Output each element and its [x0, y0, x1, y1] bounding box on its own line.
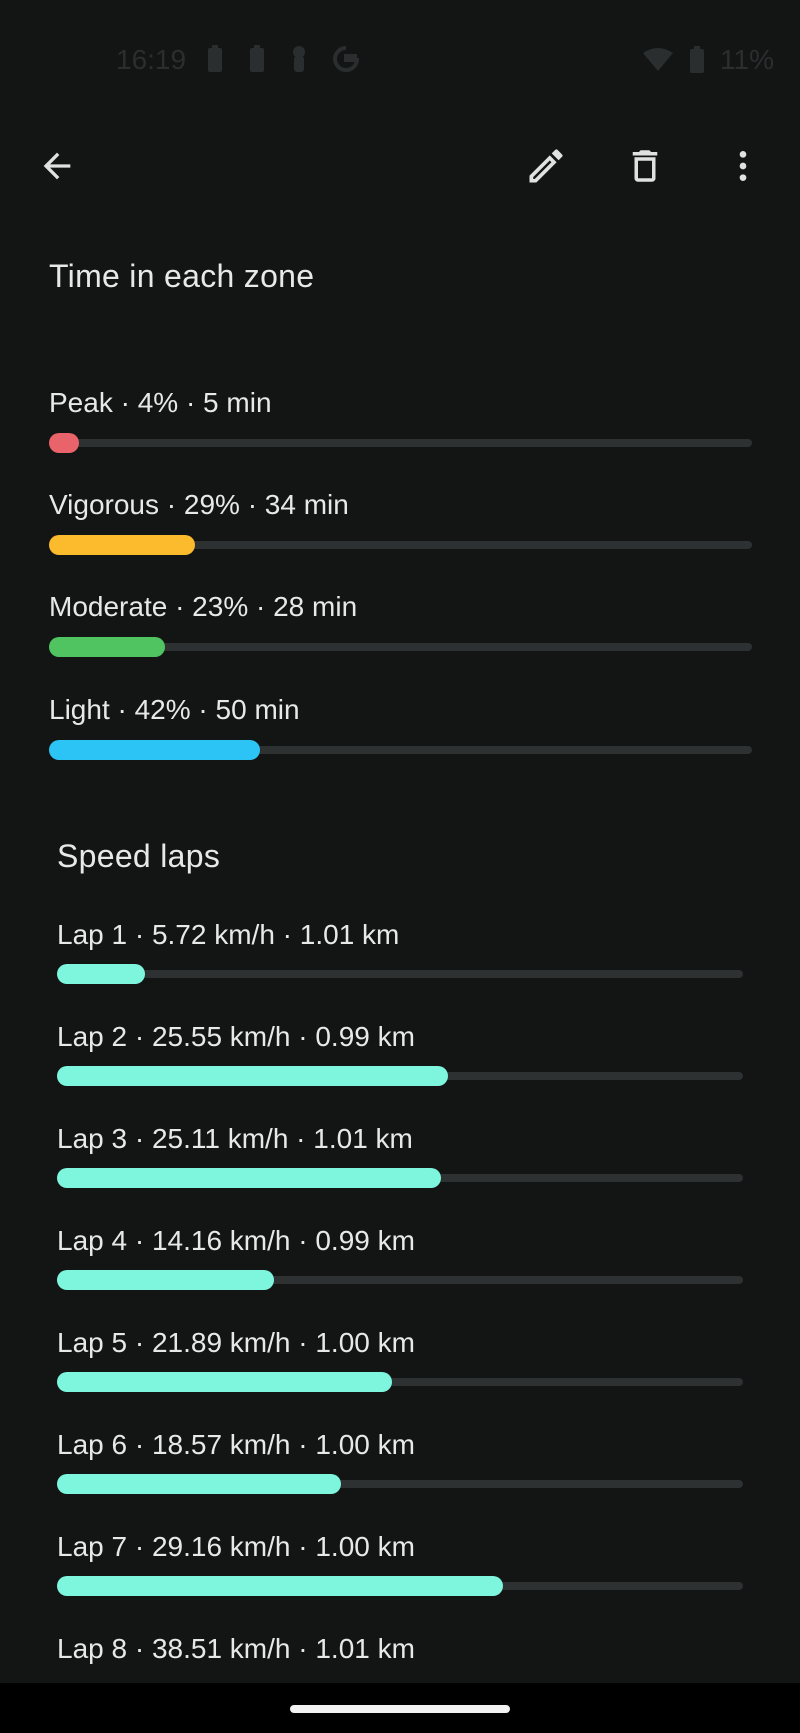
zone-bar-fill — [49, 535, 195, 555]
status-time: 16:19 — [116, 44, 187, 75]
lap-label: Lap 5 · 21.89 km/h · 1.00 km — [57, 1327, 415, 1358]
lap-row: Lap 3 · 25.11 km/h · 1.01 km — [57, 1123, 743, 1188]
zone-bar-fill — [49, 637, 165, 657]
lap-bar-fill — [57, 1270, 274, 1290]
wifi-icon — [643, 48, 674, 71]
battery-icon — [208, 45, 222, 72]
navigation-bar — [0, 1683, 800, 1733]
zone-track — [49, 439, 752, 447]
lap-bar-fill — [57, 964, 145, 984]
screen: 16:19 11% Time in each zone Peak · 4% · … — [0, 0, 800, 1733]
lap-track — [57, 970, 743, 978]
zone-row-peak: Peak · 4% · 5 min — [49, 387, 752, 453]
lap-label: Lap 3 · 25.11 km/h · 1.01 km — [57, 1123, 413, 1154]
zone-label: Peak · 4% · 5 min — [49, 387, 272, 418]
zone-bar-fill — [49, 433, 79, 453]
zone-label: Moderate · 23% · 28 min — [49, 591, 358, 622]
lap-label: Lap 7 · 29.16 km/h · 1.00 km — [57, 1531, 415, 1562]
lap-bar-fill — [57, 1372, 392, 1392]
delete-trash-icon — [632, 150, 658, 182]
battery-percent: 11% — [720, 44, 774, 75]
lap-label: Lap 6 · 18.57 km/h · 1.00 km — [57, 1429, 415, 1460]
lap-row: Lap 6 · 18.57 km/h · 1.00 km — [57, 1429, 743, 1494]
status-bar: 16:19 11% — [0, 0, 800, 120]
lap-label: Lap 8 · 38.51 km/h · 1.01 km — [57, 1633, 415, 1664]
lap-row: Lap 4 · 14.16 km/h · 0.99 km — [57, 1225, 743, 1290]
zone-row-light: Light · 42% · 50 min — [49, 694, 752, 760]
lap-bar-fill — [57, 1576, 503, 1596]
zones-section-title: Time in each zone — [49, 258, 315, 294]
back-button[interactable] — [27, 136, 87, 196]
zone-label: Vigorous · 29% · 34 min — [49, 489, 349, 520]
back-arrow-icon — [43, 152, 71, 180]
more-vert-icon — [739, 151, 747, 181]
battery-icon — [250, 45, 264, 72]
lap-label: Lap 1 · 5.72 km/h · 1.01 km — [57, 919, 400, 950]
zone-row-vigorous: Vigorous · 29% · 34 min — [49, 489, 752, 555]
lap-label: Lap 2 · 25.55 km/h · 0.99 km — [57, 1021, 415, 1052]
status-notification-icons — [206, 44, 360, 74]
lap-row: Lap 8 · 38.51 km/h · 1.01 km — [57, 1633, 743, 1683]
zone-bar-fill — [49, 740, 260, 760]
lap-row: Lap 2 · 25.55 km/h · 0.99 km — [57, 1021, 743, 1086]
zone-row-moderate: Moderate · 23% · 28 min — [49, 591, 752, 657]
top-app-bar — [0, 130, 800, 202]
lap-row: Lap 5 · 21.89 km/h · 1.00 km — [57, 1327, 743, 1392]
more-options-button[interactable] — [713, 136, 773, 196]
battery-charging-icon — [690, 46, 705, 73]
edit-button[interactable] — [516, 136, 576, 196]
lap-bar-fill — [57, 1066, 448, 1086]
home-gesture-handle[interactable] — [290, 1705, 510, 1713]
status-system-icons: 11% — [642, 44, 774, 76]
laps-section-title: Speed laps — [57, 838, 221, 874]
zone-label: Light · 42% · 50 min — [49, 694, 300, 725]
lap-row: Lap 1 · 5.72 km/h · 1.01 km — [57, 919, 743, 984]
delete-button[interactable] — [615, 136, 675, 196]
google-icon — [333, 46, 360, 72]
lap-bar-fill — [57, 1474, 341, 1494]
edit-pencil-icon — [529, 149, 563, 183]
lap-label: Lap 4 · 14.16 km/h · 0.99 km — [57, 1225, 415, 1256]
lap-row: Lap 7 · 29.16 km/h · 1.00 km — [57, 1531, 743, 1596]
person-icon — [293, 46, 305, 72]
lap-bar-fill — [57, 1168, 441, 1188]
